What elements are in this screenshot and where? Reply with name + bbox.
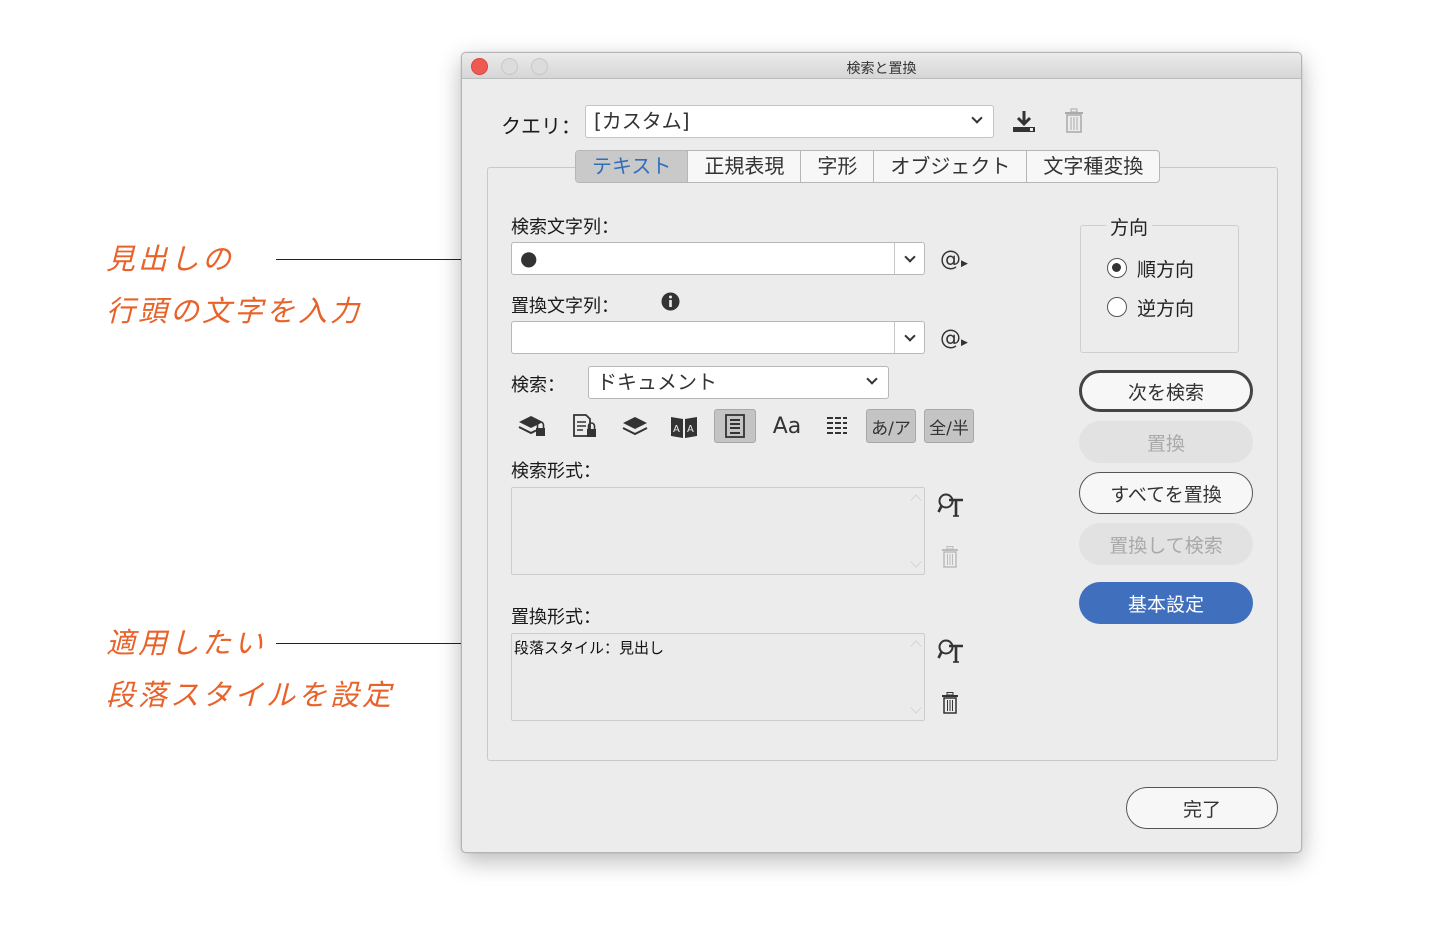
scroll-down-icon xyxy=(910,702,922,714)
tab-text[interactable]: テキスト xyxy=(576,151,689,182)
fewer-options-button[interactable]: 基本設定 xyxy=(1079,582,1253,624)
at-symbol: @ xyxy=(940,247,962,271)
clear-change-format-icon[interactable] xyxy=(938,691,962,715)
clear-find-format-icon[interactable] xyxy=(938,545,962,569)
annotation-change-line2: 段落スタイルを設定 xyxy=(106,678,395,712)
title-bar: 検索と置換 xyxy=(462,53,1301,79)
locked-stories-icon[interactable] xyxy=(563,409,605,443)
search-scope-value: ドキュメント xyxy=(597,370,717,394)
master-pages-icon[interactable]: AA xyxy=(663,409,705,443)
find-special-char-icon[interactable]: @ ▶ xyxy=(938,245,970,273)
change-format-value: 段落スタイル：見出し xyxy=(514,639,665,657)
change-to-label: 置換文字列： xyxy=(511,296,619,317)
find-change-dialog: 検索と置換 クエリ： [カスタム] テキスト 正規表現 字形 オブジェクト 文字… xyxy=(461,52,1302,853)
annotation-find-line1: 見出しの xyxy=(106,242,235,276)
specify-change-format-icon[interactable] xyxy=(936,637,966,665)
at-symbol: @ xyxy=(940,326,962,350)
search-scope-label: 検索： xyxy=(511,375,565,396)
scroll-up-icon xyxy=(910,640,922,652)
find-next-button[interactable]: 次を検索 xyxy=(1079,370,1253,412)
direction-forward-radio[interactable] xyxy=(1107,258,1127,278)
specify-find-format-icon[interactable] xyxy=(936,491,966,519)
change-to-input[interactable] xyxy=(511,321,925,354)
find-what-input[interactable]: ● xyxy=(511,242,925,275)
hidden-layers-icon[interactable] xyxy=(614,409,656,443)
change-to-dropdown[interactable] xyxy=(894,322,924,353)
search-scope-select[interactable]: ドキュメント xyxy=(588,366,889,399)
direction-backward-radio[interactable] xyxy=(1107,297,1127,317)
tab-object[interactable]: オブジェクト xyxy=(874,151,1028,182)
chevron-down-icon xyxy=(903,329,916,342)
svg-text:A: A xyxy=(687,424,694,435)
done-button[interactable]: 完了 xyxy=(1126,787,1278,829)
kana-sensitive-icon[interactable]: あ/ア xyxy=(866,409,916,443)
find-what-value: ● xyxy=(520,246,538,270)
chevron-down-icon xyxy=(971,112,983,124)
scroll-down-icon xyxy=(910,556,922,568)
direction-group xyxy=(1080,225,1239,353)
tab-grep[interactable]: 正規表現 xyxy=(688,151,802,182)
case-sensitive-icon[interactable]: Aa xyxy=(766,409,808,443)
save-query-icon[interactable] xyxy=(1010,107,1038,135)
tab-bar: テキスト 正規表現 字形 オブジェクト 文字種変換 xyxy=(575,150,1161,183)
change-find-button[interactable]: 置換して検索 xyxy=(1079,523,1253,565)
direction-title: 方向 xyxy=(1106,213,1153,240)
svg-text:A: A xyxy=(673,424,680,435)
find-what-dropdown[interactable] xyxy=(894,243,924,274)
query-value: [カスタム] xyxy=(594,109,690,133)
find-format-label: 検索形式： xyxy=(511,461,601,482)
annotation-change-line1: 適用したい xyxy=(106,626,267,660)
scroll-up-icon xyxy=(910,494,922,506)
delete-query-icon[interactable] xyxy=(1061,107,1087,135)
change-all-button[interactable]: すべてを置換 xyxy=(1079,472,1253,514)
whole-word-icon[interactable] xyxy=(816,409,858,443)
query-select[interactable]: [カスタム] xyxy=(585,105,994,138)
tab-transliterate[interactable]: 文字種変換 xyxy=(1027,151,1159,182)
find-format-box[interactable] xyxy=(511,487,925,575)
footnotes-icon[interactable] xyxy=(714,409,756,443)
width-sensitive-icon[interactable]: 全/半 xyxy=(924,409,974,443)
window-title: 検索と置換 xyxy=(846,61,917,77)
chevron-down-icon xyxy=(903,250,916,263)
locked-layers-icon[interactable] xyxy=(511,409,553,443)
change-format-label: 置換形式： xyxy=(511,607,601,628)
direction-forward-label[interactable]: 順方向 xyxy=(1137,255,1194,282)
annotation-find-line2: 行頭の文字を入力 xyxy=(106,294,363,328)
find-what-label: 検索文字列： xyxy=(511,217,619,238)
chevron-down-icon xyxy=(866,373,878,385)
change-button[interactable]: 置換 xyxy=(1079,421,1253,463)
direction-backward-label[interactable]: 逆方向 xyxy=(1137,294,1194,321)
query-label: クエリ： xyxy=(501,114,581,138)
info-icon[interactable] xyxy=(660,291,680,311)
change-format-box[interactable]: 段落スタイル：見出し xyxy=(511,633,925,721)
tab-glyph[interactable]: 字形 xyxy=(801,151,875,182)
change-special-char-icon[interactable]: @ ▶ xyxy=(938,324,970,352)
